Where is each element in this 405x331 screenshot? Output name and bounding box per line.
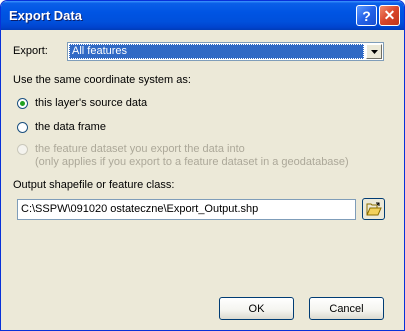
radio-button-disabled: [17, 144, 28, 155]
feature-dataset-line2: (only applies if you export to a feature…: [35, 156, 349, 168]
close-button[interactable]: ✕: [379, 5, 400, 26]
export-label: Export:: [13, 45, 48, 57]
radio-button[interactable]: [17, 122, 28, 133]
close-icon: ✕: [383, 7, 396, 23]
radio-data-frame-label: the data frame: [35, 121, 106, 133]
dialog-body: Export: All features Use the same coordi…: [1, 30, 404, 330]
dropdown-arrow-button[interactable]: [366, 44, 382, 59]
browse-button[interactable]: [362, 198, 385, 220]
dialog-title: Export Data: [9, 8, 82, 23]
output-path-input[interactable]: C:\SSPW\091020 ostateczne\Export_Output.…: [17, 199, 356, 220]
radio-button[interactable]: [17, 98, 28, 109]
export-data-dialog: Export Data ? ✕ Export: All features Use…: [0, 0, 405, 331]
export-dropdown-value: All features: [69, 44, 364, 59]
help-button[interactable]: ?: [356, 5, 377, 26]
ok-button[interactable]: OK: [219, 297, 294, 320]
radio-feature-dataset-label: the feature dataset you export the data …: [35, 143, 349, 169]
title-bar[interactable]: Export Data ? ✕: [1, 1, 404, 30]
open-folder-icon: [366, 202, 382, 216]
feature-dataset-line1: the feature dataset you export the data …: [35, 143, 245, 155]
chevron-down-icon: [370, 49, 378, 54]
coordinate-system-label: Use the same coordinate system as:: [13, 74, 191, 86]
output-label: Output shapefile or feature class:: [13, 179, 175, 191]
export-dropdown[interactable]: All features: [67, 42, 384, 61]
radio-source-data-label: this layer's source data: [35, 97, 148, 109]
help-icon: ?: [362, 7, 371, 24]
cancel-button[interactable]: Cancel: [309, 297, 384, 320]
